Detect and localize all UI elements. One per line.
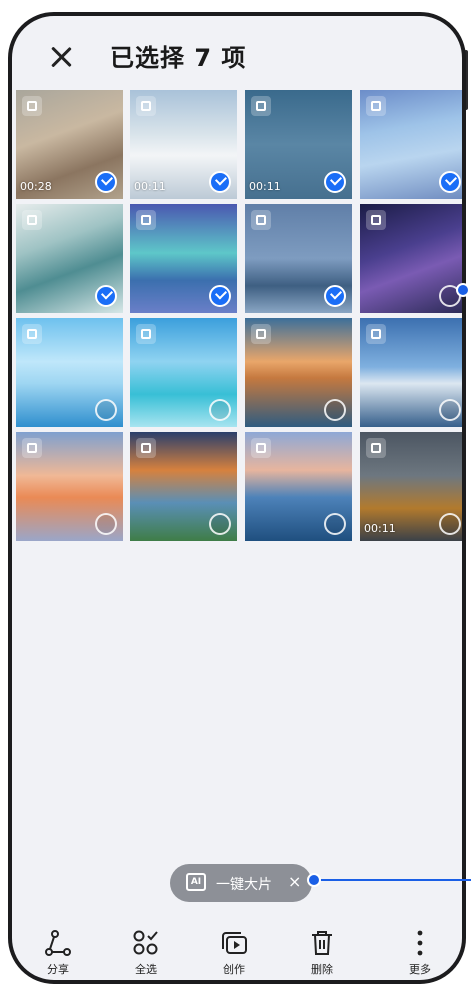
- more-button[interactable]: 更多: [380, 928, 460, 977]
- page-title: 已选择 7 项: [110, 44, 247, 72]
- unselected-circle-icon[interactable]: [209, 399, 231, 421]
- photo-tile[interactable]: [245, 318, 352, 427]
- video-duration: 00:28: [20, 180, 52, 193]
- video-duration: 00:11: [364, 522, 396, 535]
- photo-tile[interactable]: [360, 90, 462, 199]
- select-all-icon: [106, 928, 186, 958]
- share-button[interactable]: 分享: [18, 928, 98, 977]
- photo-tile[interactable]: [130, 204, 237, 313]
- unselected-circle-icon[interactable]: [324, 399, 346, 421]
- more-icon: [380, 928, 460, 958]
- header-bar: 已选择 7 项: [12, 16, 462, 92]
- one-tap-blockbuster-chip[interactable]: AI 一键大片 ×: [170, 864, 312, 902]
- photo-tile[interactable]: [16, 432, 123, 541]
- selected-check-icon[interactable]: [209, 171, 231, 193]
- create-button[interactable]: 创作: [194, 928, 274, 977]
- live-photo-icon: [136, 438, 156, 458]
- selected-check-icon[interactable]: [95, 285, 117, 307]
- bottom-toolbar: 分享 全选 创作 删除 更多: [12, 920, 462, 980]
- selected-check-icon[interactable]: [324, 285, 346, 307]
- select-all-button[interactable]: 全选: [106, 928, 186, 977]
- video-duration: 00:11: [249, 180, 281, 193]
- live-photo-icon: [136, 210, 156, 230]
- photo-tile[interactable]: [245, 204, 352, 313]
- chip-close-icon[interactable]: ×: [288, 872, 301, 891]
- trash-icon: [282, 928, 362, 958]
- video-duration: 00:11: [134, 180, 166, 193]
- photo-tile[interactable]: [245, 432, 352, 541]
- live-photo-icon: [22, 324, 42, 344]
- live-photo-icon: [22, 96, 42, 116]
- selected-check-icon[interactable]: [209, 285, 231, 307]
- photo-tile[interactable]: [360, 318, 462, 427]
- selected-check-icon[interactable]: [439, 171, 461, 193]
- toolbar-label: 更多: [409, 963, 431, 976]
- ai-icon: AI: [186, 873, 206, 891]
- phone-screen: 已选择 7 项 00:28 00:11 00:11 00:11 AI 一键大片 × 分…: [8, 12, 466, 984]
- photo-tile[interactable]: 00:11: [245, 90, 352, 199]
- live-photo-icon: [136, 324, 156, 344]
- photo-tile[interactable]: 00:11: [130, 90, 237, 199]
- photo-tile[interactable]: [130, 432, 237, 541]
- unselected-circle-icon[interactable]: [324, 513, 346, 535]
- toolbar-label: 全选: [135, 963, 157, 976]
- unselected-circle-icon[interactable]: [439, 399, 461, 421]
- photo-tile[interactable]: [360, 204, 462, 313]
- delete-button[interactable]: 删除: [282, 928, 362, 977]
- unselected-circle-icon[interactable]: [95, 399, 117, 421]
- live-photo-icon: [22, 438, 42, 458]
- live-photo-icon: [366, 96, 386, 116]
- selected-check-icon[interactable]: [95, 171, 117, 193]
- create-icon: [194, 928, 274, 958]
- toolbar-label: 删除: [311, 963, 333, 976]
- photo-tile[interactable]: [130, 318, 237, 427]
- share-icon: [18, 928, 98, 958]
- callout-pointer-grid: [456, 283, 470, 297]
- photo-tile[interactable]: 00:11: [360, 432, 462, 541]
- close-icon[interactable]: [46, 42, 76, 72]
- live-photo-icon: [22, 210, 42, 230]
- live-photo-icon: [366, 210, 386, 230]
- photo-tile[interactable]: [16, 318, 123, 427]
- chip-label: 一键大片: [216, 877, 272, 893]
- live-photo-icon: [366, 438, 386, 458]
- selected-check-icon[interactable]: [324, 171, 346, 193]
- toolbar-label: 分享: [47, 963, 69, 976]
- live-photo-icon: [251, 438, 271, 458]
- toolbar-label: 创作: [223, 963, 245, 976]
- unselected-circle-icon[interactable]: [95, 513, 117, 535]
- live-photo-icon: [251, 324, 271, 344]
- callout-pointer-chip: [307, 873, 471, 887]
- unselected-circle-icon[interactable]: [439, 513, 461, 535]
- live-photo-icon: [251, 96, 271, 116]
- live-photo-icon: [366, 324, 386, 344]
- photo-tile[interactable]: 00:28: [16, 90, 123, 199]
- live-photo-icon: [251, 210, 271, 230]
- photo-tile[interactable]: [16, 204, 123, 313]
- live-photo-icon: [136, 96, 156, 116]
- unselected-circle-icon[interactable]: [209, 513, 231, 535]
